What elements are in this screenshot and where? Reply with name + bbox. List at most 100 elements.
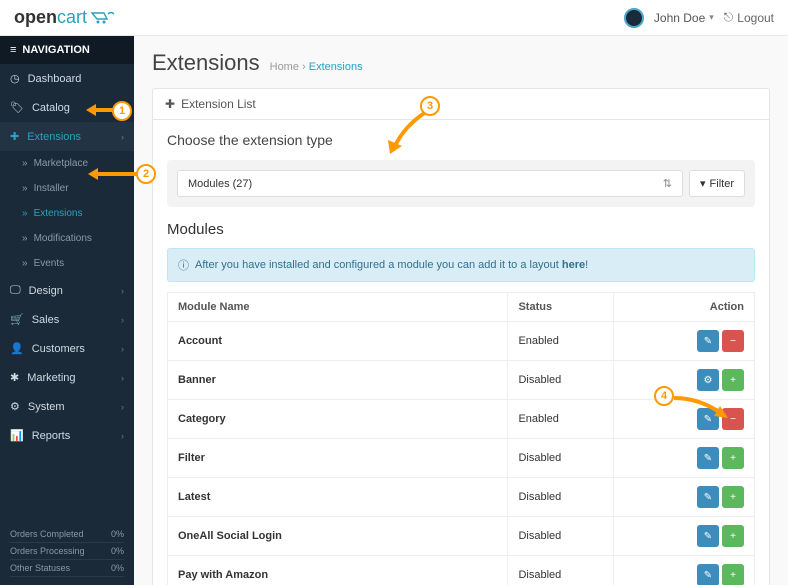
user-name: John Doe [654,11,705,25]
chevron-right-icon: › [121,431,124,441]
dashboard-icon: ◷ [10,72,20,85]
breadcrumb-current[interactable]: Extensions [309,61,363,73]
avatar[interactable] [624,8,644,28]
double-chevron-icon: » [22,233,28,244]
edit-button[interactable]: ✎ [697,564,719,585]
module-name-cell: Filter [168,439,508,478]
breadcrumb-sep: › [302,61,306,73]
double-chevron-icon: » [22,208,28,219]
nav-header-label: NAVIGATION [22,44,89,56]
module-name-cell: Account [168,322,508,361]
edit-icon: ✎ [704,492,712,503]
annotation-arrow-4 [670,394,734,424]
sidebar-item-label: Sales [32,314,60,326]
add-icon: + [730,375,736,386]
logo[interactable]: opencart [14,7,117,28]
add-button[interactable]: + [722,525,744,547]
info-excl: ! [585,259,588,271]
double-chevron-icon: » [22,158,28,169]
filter-label: Filter [710,178,734,190]
chevron-down-icon: ▾ [709,12,714,23]
edit-icon: ✎ [704,336,712,347]
sidebar-item-design[interactable]: 🖵 Design › [0,276,134,305]
edit-button[interactable]: ✎ [697,486,719,508]
info-icon: ⓘ [178,257,189,273]
breadcrumb: Home › Extensions [270,61,363,73]
add-button[interactable]: + [722,486,744,508]
info-bar: ⓘ After you have installed and configure… [167,248,755,282]
chevron-right-icon: › [121,344,124,354]
sidebar-item-reports[interactable]: 📊 Reports › [0,421,134,450]
sidebar-item-label: System [28,401,65,413]
sidebar-item-marketing[interactable]: ✱ Marketing › [0,363,134,392]
sidebar-item-label: Customers [32,343,85,355]
table-row: Pay with AmazonDisabled✎+ [168,556,755,585]
logout-icon: ⎋ [724,10,734,25]
module-actions-cell: ✎+ [614,517,755,556]
sidebar-item-sales[interactable]: 🛒 Sales › [0,305,134,334]
edit-button[interactable]: ✎ [697,447,719,469]
cart-icon [91,11,117,25]
add-icon: + [730,531,736,542]
puzzle-icon: ✚ [165,97,175,111]
col-status[interactable]: Status [508,293,614,322]
module-name-cell: OneAll Social Login [168,517,508,556]
sidebar-sub-extensions[interactable]: » Extensions [0,201,134,226]
sidebar-item-label: Dashboard [28,73,82,85]
sidebar-item-extensions[interactable]: ✚ Extensions › [0,122,134,151]
user-menu[interactable]: John Doe ▾ [654,11,714,25]
module-status-cell: Disabled [508,361,614,400]
edit-button[interactable]: ✎ [697,525,719,547]
double-chevron-icon: » [22,258,28,269]
progress-value: 0% [111,563,124,573]
extension-type-select[interactable]: Modules (27) ⇅ [177,170,683,197]
sidebar-item-dashboard[interactable]: ◷ Dashboard [0,64,134,93]
install-button[interactable]: ⚙ [697,369,719,391]
filter-button[interactable]: ▾ Filter [689,170,745,197]
sidebar-item-customers[interactable]: 👤 Customers › [0,334,134,363]
module-actions-cell: ✎+ [614,478,755,517]
module-name-cell: Pay with Amazon [168,556,508,585]
select-value: Modules (27) [188,178,252,190]
sidebar-item-label: Marketing [27,372,75,384]
add-button[interactable]: + [722,564,744,585]
sub-label: Marketplace [34,158,88,169]
menu-icon: ≡ [10,44,16,56]
chevron-right-icon: › [121,286,124,296]
annotation-1: 1 [112,101,132,121]
info-link[interactable]: here [562,259,585,271]
delete-icon: − [730,336,736,347]
col-name[interactable]: Module Name [168,293,508,322]
annotation-arrow-2 [86,164,140,182]
module-status-cell: Disabled [508,517,614,556]
annotation-3: 3 [420,96,440,116]
progress-section: Orders Completed 0% Orders Processing 0%… [0,518,134,585]
module-actions-cell: ✎+ [614,556,755,585]
cart-icon: 🛒 [10,313,24,326]
progress-row: Orders Completed 0% [10,526,124,543]
add-button[interactable]: + [722,447,744,469]
logout-link[interactable]: ⎋ Logout [724,10,774,25]
breadcrumb-home[interactable]: Home [270,61,299,73]
sidebar-sub-events[interactable]: » Events [0,251,134,276]
nav-header: ≡ NAVIGATION [0,36,134,64]
table-row: LatestDisabled✎+ [168,478,755,517]
table-row: AccountEnabled✎− [168,322,755,361]
delete-button[interactable]: − [722,330,744,352]
progress-label: Other Statuses [10,563,70,573]
edit-button[interactable]: ✎ [697,330,719,352]
col-action: Action [614,293,755,322]
add-button[interactable]: + [722,369,744,391]
sidebar-item-label: Design [29,285,63,297]
sidebar-item-system[interactable]: ⚙ System › [0,392,134,421]
module-actions-cell: ✎+ [614,439,755,478]
logout-label: Logout [737,11,774,25]
main-content: Extensions Home › Extensions ✚ Extension… [134,36,788,585]
install-icon: ⚙ [704,375,713,386]
progress-row: Orders Processing 0% [10,543,124,560]
sidebar: ≡ NAVIGATION ◷ Dashboard 🏷 Catalog › ✚ E… [0,36,134,585]
sidebar-sub-modifications[interactable]: » Modifications [0,226,134,251]
sub-label: Installer [34,183,69,194]
chevron-right-icon: › [121,373,124,383]
extension-list-panel: ✚ Extension List Choose the extension ty… [152,88,770,585]
